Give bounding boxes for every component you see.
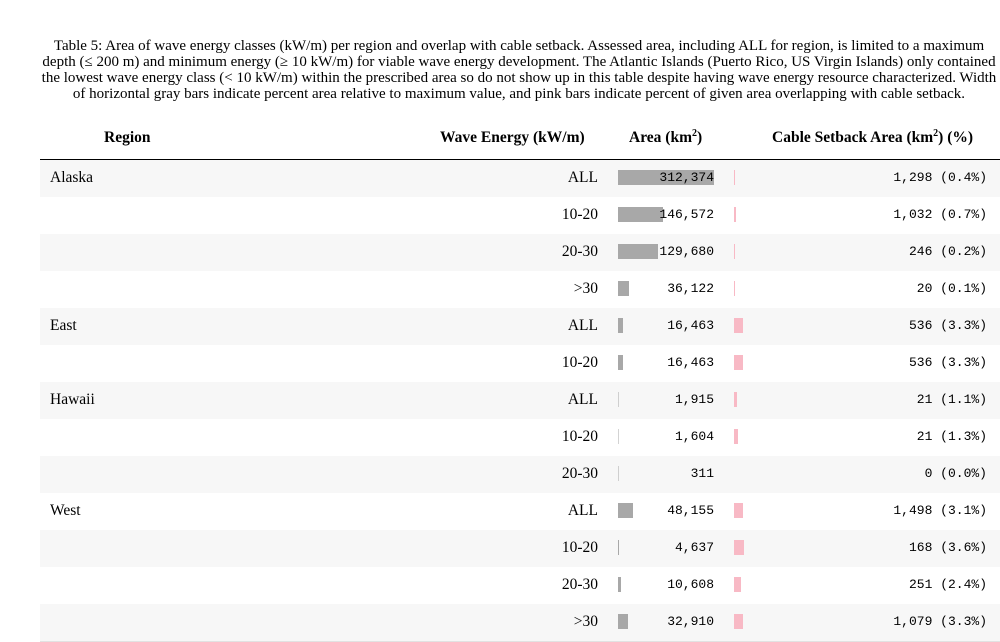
area-value-cell: 1,604 xyxy=(674,429,714,444)
setback-bar xyxy=(734,207,736,222)
cable-setback-cell: 1,498 (3.1%) xyxy=(893,503,987,518)
region-cell: Alaska xyxy=(50,169,94,186)
table-row: 10-20 146,572 1,032 (0.7%) xyxy=(40,197,1000,235)
area-value-cell: 32,910 xyxy=(667,614,714,629)
area-bar xyxy=(618,614,629,629)
area-bar xyxy=(618,281,630,296)
area-value-cell: 311 xyxy=(690,466,714,481)
setback-bar xyxy=(734,392,738,407)
area-bar xyxy=(618,392,619,407)
area-value-cell: 16,463 xyxy=(667,318,714,333)
area-value-cell: 48,155 xyxy=(667,503,714,518)
table-row: West ALL 48,155 1,498 (3.1%) xyxy=(40,493,1000,531)
cable-setback-cell: 536 (3.3%) xyxy=(908,355,987,370)
area-bar xyxy=(618,355,624,370)
cable-setback-cell: 0 (0.0%) xyxy=(924,466,987,481)
area-value-cell: 10,608 xyxy=(667,577,714,592)
wave-energy-cell: 20-30 xyxy=(561,243,598,260)
area-bar xyxy=(618,503,633,518)
header-cable-text: Cable Setback Area (km xyxy=(772,129,934,146)
wave-energy-cell: ALL xyxy=(567,391,598,408)
area-bar xyxy=(618,577,622,592)
region-cell: East xyxy=(50,317,77,334)
area-value-cell: 146,572 xyxy=(659,207,714,222)
region-cell: West xyxy=(50,502,81,519)
table-row: East ALL 16,463 536 (3.3%) xyxy=(40,308,1000,346)
setback-bar xyxy=(734,577,741,592)
wave-energy-cell: 20-30 xyxy=(561,576,598,593)
cable-setback-cell: 1,032 (0.7%) xyxy=(893,207,987,222)
area-bar xyxy=(618,466,619,481)
area-bar xyxy=(618,540,620,555)
table-row: >30 36,122 20 (0.1%) xyxy=(40,271,1000,309)
setback-bar xyxy=(734,540,745,555)
header-area-suffix: ) xyxy=(697,129,703,146)
area-value-cell: 312,374 xyxy=(659,170,714,185)
cable-setback-cell: 21 (1.1%) xyxy=(916,392,987,407)
cable-setback-cell: 536 (3.3%) xyxy=(908,318,987,333)
setback-bar xyxy=(734,244,735,259)
area-bar xyxy=(618,207,664,222)
cable-setback-cell: 168 (3.6%) xyxy=(908,540,987,555)
wave-energy-cell: 10-20 xyxy=(561,539,598,556)
setback-bar xyxy=(734,503,743,518)
wave-energy-cell: 20-30 xyxy=(561,465,598,482)
header-cable-suffix: ) (%) xyxy=(938,129,974,146)
header-region: Region xyxy=(104,129,151,146)
wave-energy-cell: >30 xyxy=(573,613,598,630)
area-value-cell: 129,680 xyxy=(659,244,714,259)
area-bar xyxy=(618,429,619,444)
cable-setback-cell: 1,079 (3.3%) xyxy=(893,614,987,629)
cable-setback-cell: 21 (1.3%) xyxy=(916,429,987,444)
header-wave-energy: Wave Energy (kW/m) xyxy=(440,129,585,146)
wave-energy-cell: 10-20 xyxy=(561,206,598,223)
wave-energy-cell: 10-20 xyxy=(561,428,598,445)
area-value-cell: 4,637 xyxy=(674,540,714,555)
header-area: Area (km2) xyxy=(629,128,703,147)
setback-bar xyxy=(734,281,735,296)
setback-bar xyxy=(734,170,736,185)
cable-setback-cell: 1,298 (0.4%) xyxy=(893,170,987,185)
table-row: Hawaii ALL 1,915 21 (1.1%) xyxy=(40,382,1000,420)
setback-bar xyxy=(734,355,744,370)
area-bar xyxy=(618,318,624,333)
table-row: 20-30 129,680 246 (0.2%) xyxy=(40,234,1000,272)
table-row: >30 32,910 1,079 (3.3%) xyxy=(40,604,1000,642)
area-bar xyxy=(618,244,658,259)
wave-energy-cell: >30 xyxy=(573,280,598,297)
setback-bar xyxy=(734,614,744,629)
table-row: 10-20 1,604 21 (1.3%) xyxy=(40,419,1000,457)
wave-energy-cell: ALL xyxy=(567,502,598,519)
table-row: 10-20 16,463 536 (3.3%) xyxy=(40,345,1000,383)
wave-energy-cell: ALL xyxy=(567,317,598,334)
table-row: 20-30 10,608 251 (2.4%) xyxy=(40,567,1000,605)
table-row: 20-30 311 0 (0.0%) xyxy=(40,456,1000,494)
table-row: 10-20 4,637 168 (3.6%) xyxy=(40,530,1000,568)
area-value-cell: 16,463 xyxy=(667,355,714,370)
header-cable-setback: Cable Setback Area (km2) (%) xyxy=(772,128,974,147)
area-value-cell: 1,915 xyxy=(674,392,714,407)
region-cell: Hawaii xyxy=(50,391,95,408)
table-row: Alaska ALL 312,374 1,298 (0.4%) xyxy=(40,160,1000,198)
wave-energy-cell: 10-20 xyxy=(561,354,598,371)
setback-bar xyxy=(734,429,738,444)
cable-setback-cell: 246 (0.2%) xyxy=(908,244,987,259)
table-caption: Table 5: Area of wave energy classes (kW… xyxy=(41,38,997,102)
header-area-text: Area (km xyxy=(629,129,692,146)
area-value-cell: 36,122 xyxy=(667,281,714,296)
wave-energy-cell: ALL xyxy=(567,169,598,186)
cable-setback-cell: 251 (2.4%) xyxy=(908,577,987,592)
cable-setback-cell: 20 (0.1%) xyxy=(916,281,987,296)
setback-bar xyxy=(734,318,744,333)
